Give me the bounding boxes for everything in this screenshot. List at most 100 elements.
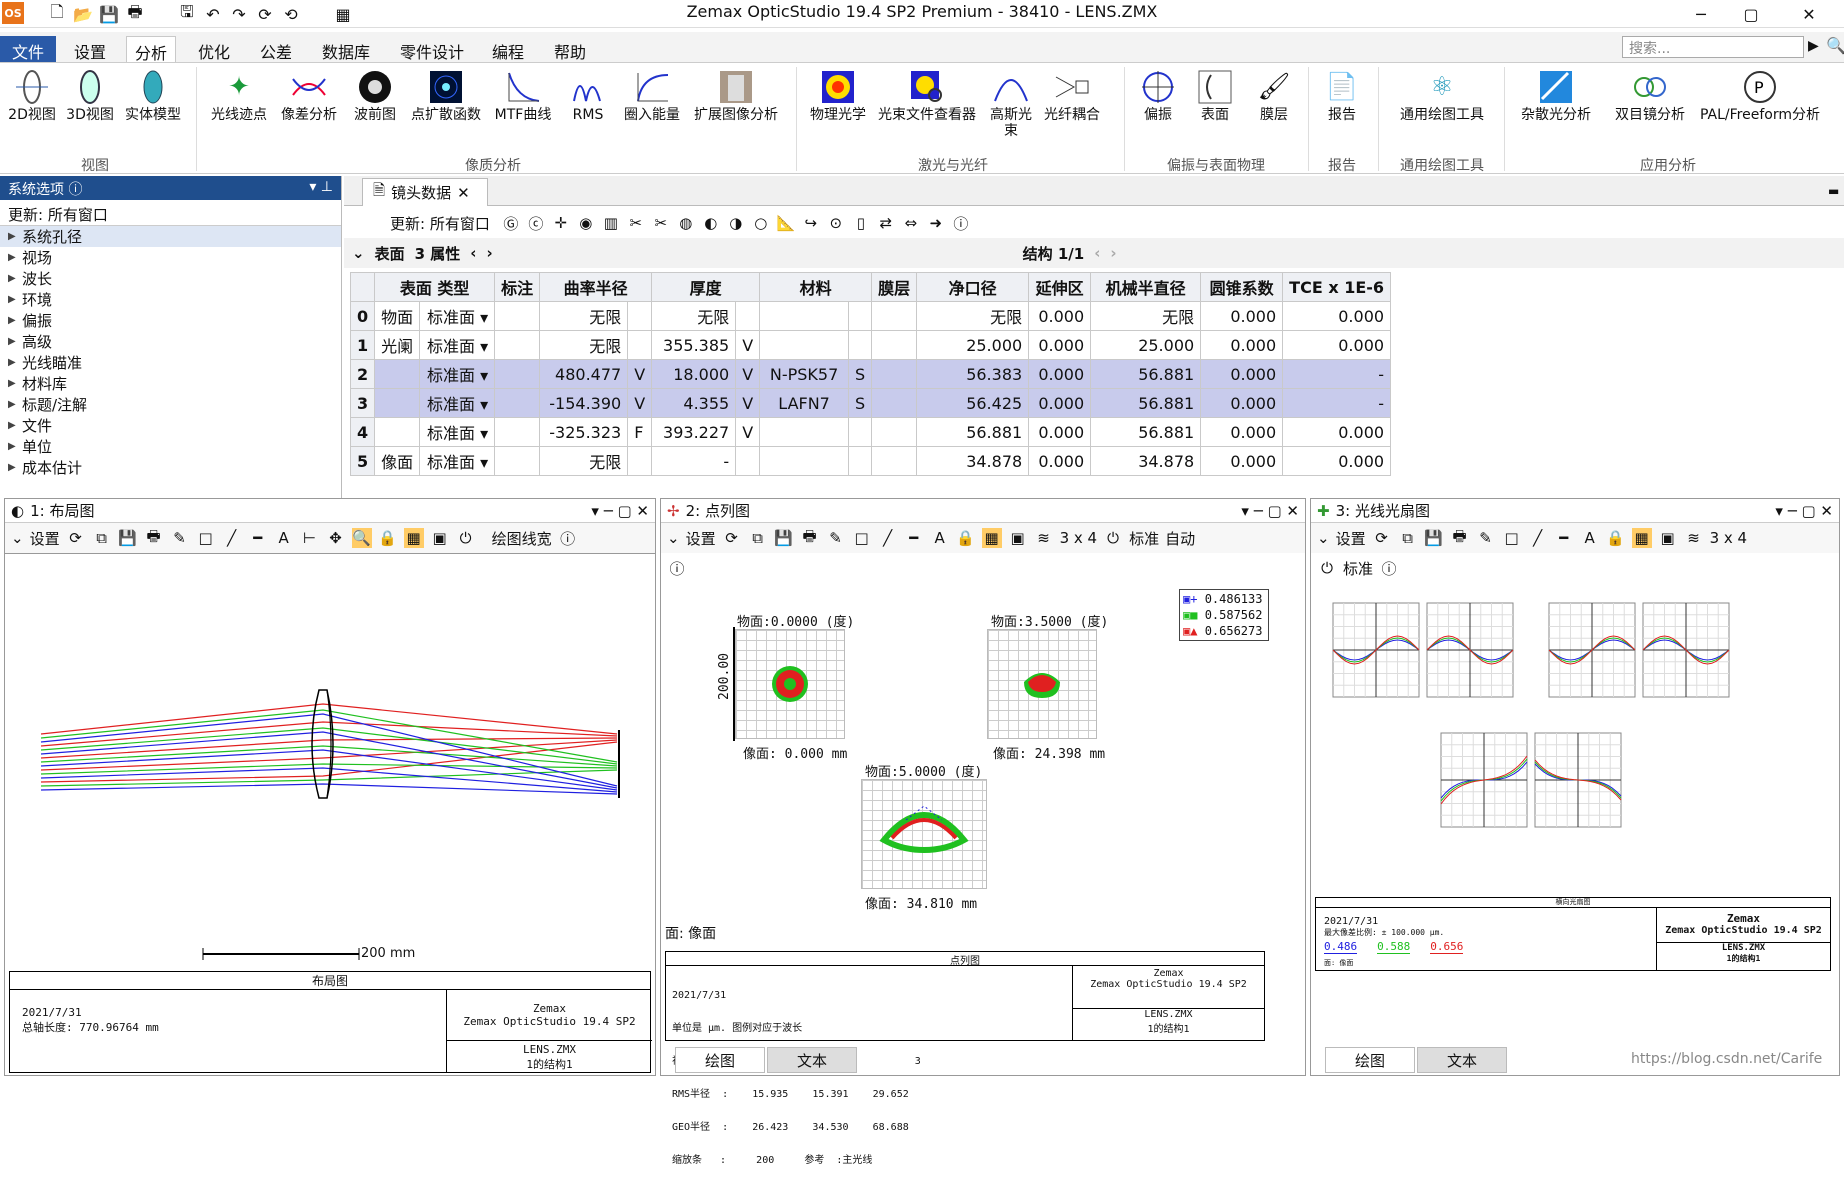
text-icon[interactable]: A [1580, 528, 1600, 548]
table-cell[interactable] [848, 301, 873, 331]
table-cell[interactable]: 标准面 ▾ [419, 446, 496, 476]
table-cell[interactable] [494, 388, 541, 418]
properties-label[interactable]: 3 属性 [415, 243, 461, 264]
table-cell[interactable]: 56.425 [916, 388, 1030, 418]
window-controls-icon[interactable]: ▾ ─ ▢ ✕ [1241, 502, 1299, 520]
table-cell[interactable]: 标准面 ▾ [419, 359, 496, 389]
table-cell[interactable]: 56.881 [1090, 388, 1202, 418]
table-cell[interactable]: 56.383 [916, 359, 1030, 389]
ribbon-binocular[interactable]: 双目镜分析 [1608, 67, 1692, 151]
table-cell[interactable] [871, 330, 918, 360]
dimension-icon[interactable]: ⊢ [300, 528, 320, 548]
table-cell[interactable]: 56.881 [1090, 359, 1202, 389]
minimize-icon[interactable]: ─ [1686, 3, 1716, 25]
crosshair-icon[interactable]: ✛ [551, 213, 571, 233]
search-icon[interactable]: 🔍 [1826, 36, 1844, 55]
table-cell[interactable]: 0.000 [1028, 301, 1092, 331]
table-cell[interactable]: 56.881 [916, 417, 1030, 447]
table-cell[interactable]: 0.000 [1028, 446, 1092, 476]
search-go-icon[interactable]: ▶ [1808, 38, 1819, 54]
dropdown-icon[interactable]: ▾ [475, 366, 488, 385]
ribbon-polarization[interactable]: 偏振 [1130, 67, 1186, 151]
window-icon[interactable]: ▣ [1008, 528, 1028, 548]
refresh-icon[interactable]: ⟳ [1372, 528, 1392, 548]
refresh-icon[interactable]: ⟳ [722, 528, 742, 548]
ribbon-stray-light[interactable]: 杂散光分析 [1508, 67, 1604, 151]
table-cell[interactable]: 480.477 [539, 359, 629, 389]
table-row[interactable]: 4 标准面 ▾ -325.323 F 393.227 V 56.881 0.000 56.881… [349, 417, 1392, 447]
table-cell[interactable]: 0.000 [1028, 359, 1092, 389]
help-icon[interactable]: ⓘ [667, 558, 687, 578]
table-cell[interactable] [494, 301, 541, 331]
table-cell[interactable] [871, 301, 918, 331]
ribbon-mtf[interactable]: MTF曲线 [488, 67, 558, 151]
lens-icon[interactable]: ◍ [676, 213, 696, 233]
table-cell[interactable]: 无限 [539, 301, 629, 331]
collapse-icon[interactable]: ⌄ [667, 529, 680, 547]
aperture-icon[interactable]: ○ [751, 213, 771, 233]
collapse-icon[interactable]: ⌄ [1317, 529, 1330, 547]
table-cell[interactable] [848, 446, 873, 476]
table-cell[interactable] [627, 301, 653, 331]
editor-update-dropdown[interactable]: 更新: 所有窗口 [390, 213, 490, 234]
table-cell[interactable] [494, 417, 541, 447]
tree-item-polarization[interactable]: ▶ 偏振 [0, 310, 341, 331]
table-cell[interactable]: 25.000 [916, 330, 1030, 360]
save-icon[interactable]: 💾 [774, 528, 794, 548]
menu-help[interactable]: 帮助 [546, 36, 594, 62]
table-cell[interactable]: 无限 [539, 446, 629, 476]
tab-text[interactable]: 文本 [1417, 1047, 1507, 1073]
prev-surface-icon[interactable]: ‹ [470, 244, 476, 262]
update-all-dropdown[interactable]: 更新: 所有窗口 [0, 200, 341, 226]
ribbon-universal-plot[interactable]: ⚛ 通用绘图工具 [1384, 67, 1500, 151]
table-cell[interactable]: F [627, 417, 653, 447]
grid-icon[interactable]: ▦ [981, 528, 1002, 548]
pencil-icon[interactable]: ✎ [1476, 528, 1496, 548]
ribbon-physical-optics[interactable]: 物理光学 [806, 67, 870, 151]
table-cell[interactable]: 无限 [539, 330, 629, 360]
toolbar-icon[interactable]: ⓒ [526, 213, 546, 233]
auto-dropdown[interactable]: 自动 [1165, 528, 1195, 549]
pencil-icon[interactable]: ✎ [826, 528, 846, 548]
standard-dropdown[interactable]: 标准 [1343, 558, 1373, 579]
table-cell[interactable] [848, 417, 873, 447]
line-icon[interactable]: ╱ [222, 528, 242, 548]
table-cell[interactable] [871, 417, 918, 447]
help-icon[interactable]: ⓘ [558, 528, 578, 548]
settings-button[interactable]: 设置 [30, 528, 60, 549]
scissor-icon[interactable]: ✂ [626, 213, 646, 233]
ribbon-report[interactable]: 📄 报告 [1314, 67, 1370, 151]
copy-icon[interactable]: ⧉ [1398, 528, 1418, 548]
ribbon-3d-view[interactable]: 3D视图 [62, 67, 118, 151]
hline-icon[interactable]: ━ [904, 528, 924, 548]
table-cell[interactable]: - [1282, 359, 1392, 389]
table-cell[interactable]: - [651, 446, 737, 476]
layers-icon[interactable]: ≋ [1034, 528, 1054, 548]
table-cell[interactable] [374, 388, 421, 418]
tree-item-wavelengths[interactable]: ▶ 波长 [0, 268, 341, 289]
table-cell[interactable] [759, 330, 849, 360]
print-icon[interactable]: 🖶 [800, 527, 820, 548]
lock-icon[interactable]: 🔒 [1606, 528, 1626, 548]
toggle-icon[interactable]: ⊙ [826, 213, 846, 233]
table-cell[interactable]: 4.355 [651, 388, 737, 418]
layers-icon[interactable]: ≋ [1684, 528, 1704, 548]
settings-button[interactable]: 设置 [1336, 528, 1366, 549]
grid-icon[interactable]: ▦ [403, 528, 424, 548]
table-cell[interactable] [871, 446, 918, 476]
ruler-icon[interactable]: 📐 [776, 213, 796, 233]
help-icon[interactable]: ⓘ [68, 182, 82, 198]
tree-item-title-notes[interactable]: ▶ 标题/注解 [0, 394, 341, 415]
table-cell[interactable]: -154.390 [539, 388, 629, 418]
table-cell[interactable]: 0.000 [1200, 330, 1284, 360]
print-icon[interactable]: 🖶 [144, 527, 164, 548]
text-icon[interactable]: A [930, 528, 950, 548]
ribbon-gaussian-beam[interactable]: 高斯光束 [984, 67, 1038, 151]
tree-item-ray-aiming[interactable]: ▶ 光线瞄准 [0, 352, 341, 373]
table-cell[interactable]: LAFN7 [759, 388, 849, 418]
tree-item-aperture[interactable]: ▶ 系统孔径 [0, 226, 341, 247]
table-cell[interactable]: 34.878 [916, 446, 1030, 476]
table-cell[interactable]: 0.000 [1028, 388, 1092, 418]
power-icon[interactable]: ⏻ [1317, 558, 1337, 578]
pencil-icon[interactable]: ✎ [170, 528, 190, 548]
